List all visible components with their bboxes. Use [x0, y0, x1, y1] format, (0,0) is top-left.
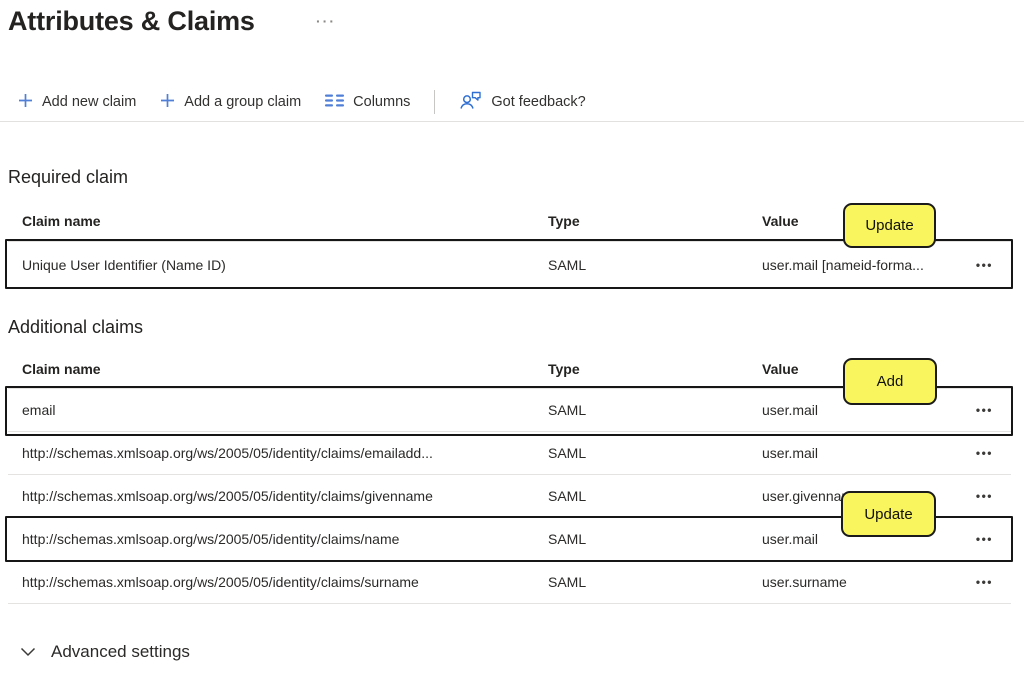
- chevron-down-icon: [20, 642, 36, 662]
- claim-type-cell: SAML: [548, 445, 587, 461]
- got-feedback-button[interactable]: Got feedback?: [459, 91, 586, 114]
- claim-value-cell: user.mail: [762, 531, 819, 547]
- page-title: Attributes & Claims: [8, 6, 255, 36]
- claim-value-cell: user.surname: [762, 574, 847, 590]
- attributes-claims-page: Attributes & Claims ··· Add new claim Ad…: [0, 0, 1024, 673]
- table-row-emailaddress[interactable]: http://schemas.xmlsoap.org/ws/2005/05/id…: [8, 432, 1011, 475]
- claim-name-cell: http://schemas.xmlsoap.org/ws/2005/05/id…: [22, 445, 433, 461]
- claim-type-cell: SAML: [548, 531, 587, 547]
- additional-col-claim-name: Claim name: [22, 361, 101, 377]
- additional-col-value: Value: [762, 361, 799, 377]
- row-context-menu-icon[interactable]: •••: [972, 399, 997, 421]
- columns-label: Columns: [353, 94, 411, 110]
- table-row-surname[interactable]: http://schemas.xmlsoap.org/ws/2005/05/id…: [8, 561, 1011, 604]
- columns-button[interactable]: Columns: [325, 94, 410, 111]
- feedback-icon: [459, 91, 482, 114]
- annotation-note-update-required: Update: [843, 203, 936, 248]
- add-group-claim-button[interactable]: Add a group claim: [160, 93, 301, 112]
- additional-col-type: Type: [548, 361, 580, 377]
- add-new-claim-label: Add new claim: [42, 94, 137, 110]
- claim-name-cell: http://schemas.xmlsoap.org/ws/2005/05/id…: [22, 488, 433, 504]
- required-claim-heading: Required claim: [8, 167, 129, 187]
- claim-name-cell: http://schemas.xmlsoap.org/ws/2005/05/id…: [22, 531, 400, 547]
- add-group-claim-label: Add a group claim: [184, 94, 302, 110]
- claim-value-cell: user.mail [nameid-forma...: [762, 256, 924, 273]
- claim-type-cell: SAML: [548, 256, 587, 273]
- add-new-claim-button[interactable]: Add new claim: [18, 93, 136, 112]
- claim-type-cell: SAML: [548, 574, 587, 590]
- advanced-settings-label: Advanced settings: [51, 642, 190, 661]
- more-options-icon[interactable]: ···: [316, 13, 336, 29]
- columns-icon: [325, 94, 345, 111]
- annotation-note-add-email: Add: [843, 358, 937, 405]
- advanced-settings-toggle[interactable]: Advanced settings: [20, 642, 190, 662]
- toolbar: Add new claim Add a group claim Columns …: [18, 88, 586, 116]
- toolbar-divider: [434, 90, 436, 114]
- row-context-menu-icon[interactable]: •••: [972, 571, 997, 593]
- row-context-menu-icon[interactable]: •••: [972, 442, 997, 464]
- required-col-value: Value: [762, 213, 799, 229]
- claim-name-cell: Unique User Identifier (Name ID): [22, 256, 226, 273]
- row-context-menu-icon[interactable]: •••: [972, 254, 997, 276]
- claim-name-cell: email: [22, 402, 56, 418]
- required-col-type: Type: [548, 213, 580, 229]
- got-feedback-label: Got feedback?: [491, 94, 586, 110]
- claim-type-cell: SAML: [548, 402, 587, 418]
- toolbar-separator: [0, 121, 1024, 122]
- additional-claims-heading: Additional claims: [8, 317, 144, 337]
- table-row-unique-user-identifier[interactable]: Unique User Identifier (Name ID) SAML us…: [8, 242, 1011, 288]
- claim-value-cell: user.mail: [762, 402, 819, 418]
- claim-name-cell: http://schemas.xmlsoap.org/ws/2005/05/id…: [22, 574, 419, 590]
- claim-type-cell: SAML: [548, 488, 587, 504]
- claim-value-cell: user.mail: [762, 445, 819, 461]
- required-col-claim-name: Claim name: [22, 213, 101, 229]
- required-claim-table: Unique User Identifier (Name ID) SAML us…: [8, 241, 1011, 288]
- annotation-note-update-name: Update: [841, 491, 936, 537]
- row-context-menu-icon[interactable]: •••: [972, 485, 997, 507]
- row-context-menu-icon[interactable]: •••: [972, 528, 997, 550]
- plus-icon: [160, 93, 175, 112]
- plus-icon: [18, 93, 33, 112]
